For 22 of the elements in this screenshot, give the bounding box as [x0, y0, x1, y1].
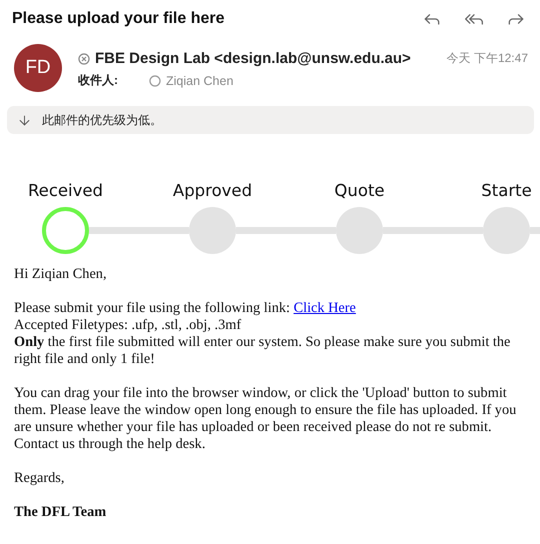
step-label: Starte — [481, 181, 532, 202]
arrow-down-icon — [17, 112, 32, 128]
closing-text: Regards, — [14, 470, 66, 487]
priority-text: 此邮件的优先级为低。 — [42, 112, 162, 128]
click-here-link[interactable]: Click Here — [294, 300, 356, 316]
recipient-name: Ziqian Chen — [166, 74, 234, 88]
instructions-paragraph: You can drag your file into the browser window, or click the 'Upload' button to submit them. Please leave the window open long enough to ensure the file has uploaded. If you are unsure whether your file has uploaded or been received please do not re submit. Contact us through the help desk. — [14, 385, 518, 453]
signature-text: The DFL Team — [14, 504, 108, 521]
step-label: Quote — [334, 181, 385, 202]
step-label: Received — [28, 181, 104, 202]
sender-name: FBE Design Lab <design.lab@unsw.edu.au> — [95, 50, 411, 67]
filetypes-text: Accepted Filetypes: .ufp, .stl, .obj, .3mf — [14, 317, 242, 334]
email-subject: Please upload your file here — [12, 10, 226, 28]
recipients-label: 收件人: — [78, 72, 118, 89]
greeting-text: Hi Ziqian Chen, — [14, 266, 108, 283]
remove-icon — [78, 52, 90, 64]
received-time: 今天 下午12:47 — [446, 50, 528, 67]
sender-avatar: FD — [14, 44, 62, 92]
notice-paragraph: Only the first file submitted will enter our system. So please make sure you submit the right file and only 1 file! — [14, 334, 512, 368]
link-sentence: Please submit your file using the following link: Click Here — [14, 300, 357, 317]
status-circle-icon — [149, 74, 161, 86]
step-label: Approved — [172, 181, 252, 202]
